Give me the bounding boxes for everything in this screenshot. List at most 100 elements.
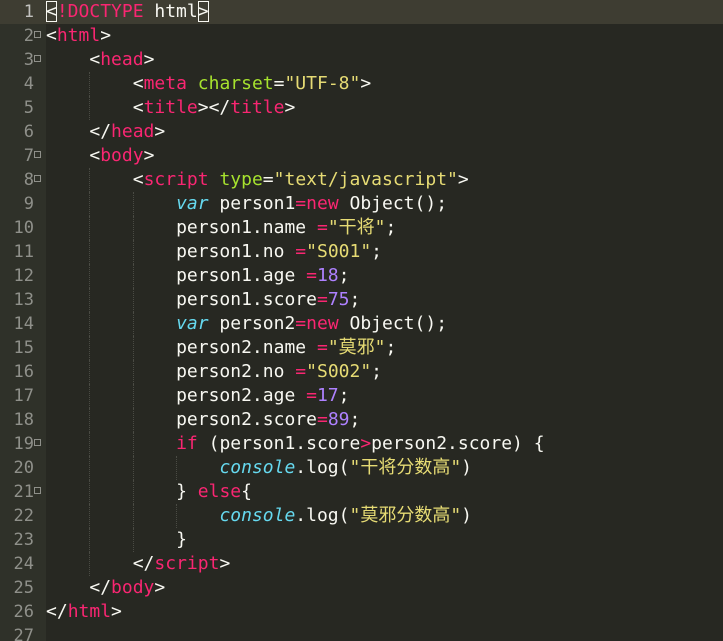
code-line[interactable]: 13 person1.score=75; <box>0 288 723 312</box>
indent-guide <box>132 288 134 312</box>
code-token: html <box>143 1 198 22</box>
code-line[interactable]: 14 var person2=new Object(); <box>0 312 723 336</box>
code-line[interactable]: 17 person2.age =17; <box>0 384 723 408</box>
code-line[interactable]: 20 console.log("干将分数高") <box>0 456 723 480</box>
code-token: = <box>295 361 307 382</box>
line-number: 27 <box>13 626 34 641</box>
code-token: </ <box>89 577 112 598</box>
code-token: .log( <box>295 457 350 478</box>
code-token: > <box>360 433 372 454</box>
code-line[interactable]: 5 <title></title> <box>0 96 723 120</box>
code-line[interactable]: 7 <body> <box>0 144 723 168</box>
code-text: <!DOCTYPE html> <box>46 1 209 22</box>
indent-guide <box>132 192 134 216</box>
code-text: person1.score=75; <box>176 290 360 310</box>
code-token: = <box>295 241 307 262</box>
code-line[interactable]: 21} else{ <box>0 480 723 504</box>
code-token: { <box>241 481 252 502</box>
code-token: ; <box>385 337 397 358</box>
indent-guide <box>89 384 91 408</box>
code-line[interactable]: 15 person2.name ="莫邪"; <box>0 336 723 360</box>
code-text: </script> <box>133 554 231 574</box>
code-line[interactable]: 12 person1.age =18; <box>0 264 723 288</box>
indent-guide <box>132 432 134 456</box>
code-token: </ <box>46 601 68 622</box>
code-line[interactable]: 10 person1.name ="干将"; <box>0 216 723 240</box>
indent-guide <box>89 360 91 384</box>
code-token: = <box>316 409 328 430</box>
code-token: > <box>284 97 296 118</box>
code-line[interactable]: 4 <meta charset="UTF-8"> <box>0 72 723 96</box>
code-line[interactable]: 6 </head> <box>0 120 723 144</box>
indent-guide <box>89 168 91 192</box>
code-line[interactable]: 23} <box>0 528 723 552</box>
code-text: <head> <box>89 50 154 70</box>
fold-toggle-icon[interactable] <box>34 487 41 494</box>
fold-toggle-icon[interactable] <box>34 439 41 446</box>
code-token: console <box>219 457 296 478</box>
code-line[interactable]: 27 <box>0 624 723 641</box>
line-number: 6 <box>23 122 34 142</box>
line-number: 7 <box>23 146 34 166</box>
code-line[interactable]: 22 console.log("莫邪分数高") <box>0 504 723 528</box>
fold-toggle-icon[interactable] <box>34 151 41 158</box>
code-line[interactable]: 1 <!DOCTYPE html> <box>0 0 723 24</box>
code-token: new <box>306 193 339 214</box>
code-token: new <box>306 313 339 334</box>
code-text: person2.score=89; <box>176 410 360 430</box>
indent-guide <box>89 264 91 288</box>
code-line[interactable]: 16 person2.no ="S002"; <box>0 360 723 384</box>
code-line[interactable]: 26 </html> <box>0 600 723 624</box>
code-token: } <box>176 481 198 502</box>
code-token: 75 <box>327 289 350 310</box>
fold-toggle-icon[interactable] <box>34 31 41 38</box>
code-text: <title></title> <box>133 98 296 118</box>
code-token: head <box>100 49 144 70</box>
indent-guide <box>89 456 91 480</box>
code-token: person1.score <box>176 289 317 310</box>
line-number: 15 <box>13 338 34 358</box>
indent-guide <box>89 336 91 360</box>
indent-guide <box>89 480 91 504</box>
code-token: "UTF-8" <box>284 73 361 94</box>
code-line[interactable]: 25 </body> <box>0 576 723 600</box>
code-token: > <box>154 121 166 142</box>
indent-guide <box>89 504 91 528</box>
code-line[interactable]: 9 var person1=new Object(); <box>0 192 723 216</box>
line-number: 12 <box>13 266 34 286</box>
code-token: "text/javascript" <box>273 169 458 190</box>
fold-toggle-icon[interactable] <box>34 55 41 62</box>
code-text: var person2=new Object(); <box>176 314 447 334</box>
fold-toggle-icon[interactable] <box>34 175 41 182</box>
code-token: = <box>273 73 285 94</box>
code-token: (person1.score <box>197 433 361 454</box>
code-token: = <box>316 337 328 358</box>
code-token: person2.name <box>176 337 317 358</box>
code-token: script <box>154 553 220 574</box>
code-editor[interactable]: 1 <!DOCTYPE html> 2 <html> 3 <head> 4 <meta cha… <box>0 0 723 641</box>
indent-guide <box>132 240 134 264</box>
code-token: var <box>176 193 209 214</box>
code-token: > <box>100 25 112 46</box>
code-line[interactable]: 18 person2.score=89; <box>0 408 723 432</box>
code-token: = <box>295 193 307 214</box>
code-token: charset <box>197 73 274 94</box>
indent-guide <box>89 288 91 312</box>
code-text: person2.name ="莫邪"; <box>176 338 396 358</box>
code-line[interactable]: 8 <script type="text/javascript"> <box>0 168 723 192</box>
code-line[interactable]: 24 </script> <box>0 552 723 576</box>
code-text: <meta charset="UTF-8"> <box>133 74 371 94</box>
code-token: Object(); <box>338 193 448 214</box>
code-line[interactable]: 3 <head> <box>0 48 723 72</box>
code-token: html <box>67 601 112 622</box>
code-token: title <box>143 97 198 118</box>
code-line[interactable]: 11 person1.no ="S001"; <box>0 240 723 264</box>
line-number: 8 <box>23 170 34 190</box>
code-line[interactable]: 2 <html> <box>0 24 723 48</box>
code-line[interactable]: 19 if (person1.score>person2.score) { <box>0 432 723 456</box>
code-token: head <box>111 121 155 142</box>
indent-guide <box>89 408 91 432</box>
indent-guide <box>89 216 91 240</box>
code-token: ) <box>461 457 473 478</box>
